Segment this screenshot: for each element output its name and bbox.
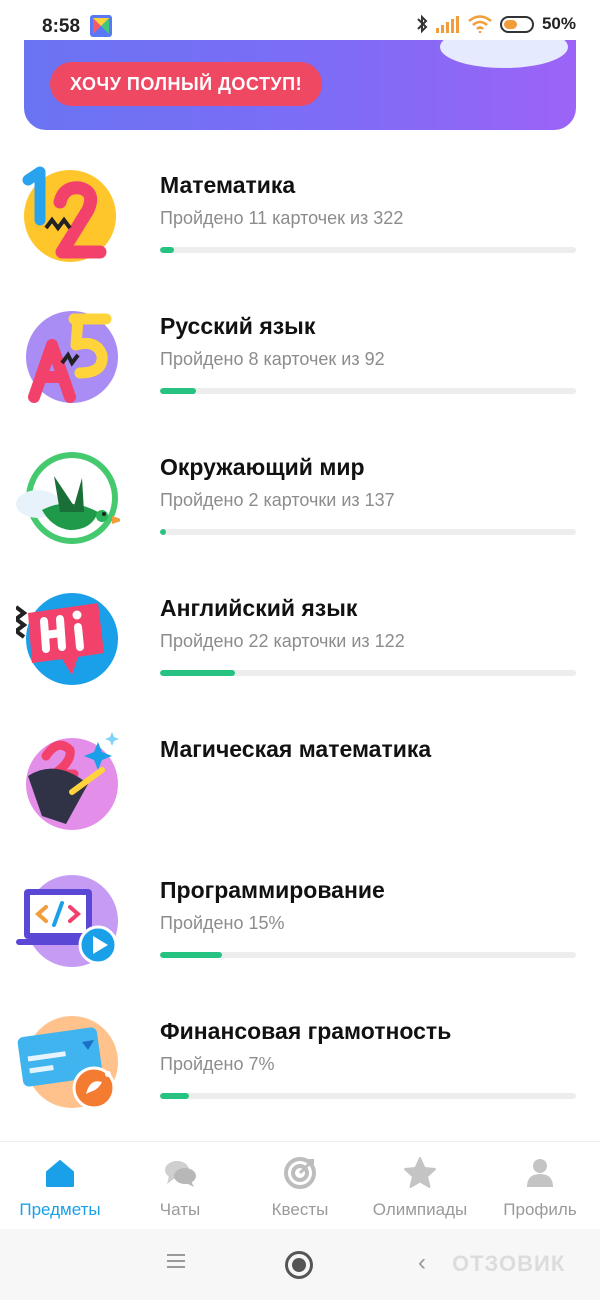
subject-title: Финансовая грамотность xyxy=(160,1018,452,1044)
progress-bar xyxy=(160,529,576,535)
nav-label: Чаты xyxy=(159,1200,201,1219)
nav-item-quests[interactable]: Квесты xyxy=(240,1142,360,1229)
subject-item-english[interactable]: Английский язык Пройдено 22 карточки из … xyxy=(0,573,600,714)
bluetooth-icon xyxy=(417,14,428,34)
credit-card-icon xyxy=(17,1016,118,1110)
subject-title: Русский язык xyxy=(160,313,316,339)
progress-fill xyxy=(160,952,223,958)
person-icon xyxy=(527,1159,553,1187)
system-navigation: ‹ ОТЗОВИК xyxy=(0,1229,600,1300)
progress-bar xyxy=(160,952,576,958)
subject-progress-text: Пройдено 8 карточек из 92 xyxy=(160,349,385,369)
subject-item-math[interactable]: Математика Пройдено 11 карточек из 322 xyxy=(0,150,600,291)
nav-label: Профиль xyxy=(503,1200,577,1219)
code-laptop-icon xyxy=(16,875,118,967)
recent-apps-icon[interactable] xyxy=(167,1253,185,1269)
promo-banner: ХОЧУ ПОЛНЫЙ ДОСТУП! xyxy=(24,40,576,130)
progress-bar xyxy=(160,247,576,253)
signal-icon xyxy=(435,16,459,33)
subject-item-russian[interactable]: Русский язык Пройдено 8 карточек из 92 xyxy=(0,291,600,432)
nav-label: Предметы xyxy=(19,1200,101,1219)
progress-fill xyxy=(160,529,167,535)
subject-title: Английский язык xyxy=(160,595,358,621)
subject-title: Магическая математика xyxy=(160,736,432,762)
nav-label: Олимпиады xyxy=(372,1200,468,1219)
nav-item-chats[interactable]: Чаты xyxy=(120,1142,240,1229)
nav-item-olympiads[interactable]: Олимпиады xyxy=(360,1142,480,1229)
progress-bar xyxy=(160,670,576,676)
progress-bar xyxy=(160,1093,576,1099)
subject-progress-text: Пройдено 11 карточек из 322 xyxy=(160,208,404,228)
subject-title: Программирование xyxy=(160,877,385,903)
magic-hat-icon xyxy=(26,732,119,830)
star-icon xyxy=(404,1157,436,1188)
battery-icon xyxy=(499,15,534,33)
subject-title: Окружающий мир xyxy=(160,454,365,480)
letters-icon xyxy=(26,311,118,403)
battery-level xyxy=(503,19,517,29)
subject-item-programming[interactable]: Программирование Пройдено 15% xyxy=(0,855,600,996)
promo-decoration xyxy=(440,40,568,68)
status-time: 8:58 xyxy=(42,16,81,37)
subject-list: Математика Пройдено 11 карточек из 322 Р… xyxy=(0,150,600,1137)
progress-fill xyxy=(160,388,197,394)
subject-item-finance[interactable]: Финансовая грамотность Пройдено 7% xyxy=(0,996,600,1137)
subject-progress-text: Пройдено 7% xyxy=(160,1054,275,1074)
progress-fill xyxy=(160,247,175,253)
subject-item-magic-math[interactable]: Магическая математика xyxy=(0,714,600,855)
subject-item-world[interactable]: Окружающий мир Пройдено 2 карточки из 13… xyxy=(0,432,600,573)
subject-progress-text: Пройдено 22 карточки из 122 xyxy=(160,631,405,651)
bottom-navigation: Предметы Чаты Квесты Олимпиады Профиль xyxy=(0,1141,600,1229)
home-icon xyxy=(46,1160,74,1187)
watermark: ОТЗОВИК xyxy=(452,1251,566,1276)
progress-fill xyxy=(160,670,235,676)
home-button-icon[interactable] xyxy=(285,1251,313,1279)
back-icon[interactable]: ‹ xyxy=(418,1249,426,1277)
bird-icon xyxy=(16,452,120,544)
battery-percent: 50% xyxy=(541,14,576,33)
target-icon xyxy=(284,1157,316,1189)
nav-item-profile[interactable]: Профиль xyxy=(480,1142,600,1229)
numbers-icon xyxy=(22,166,116,262)
chat-icon xyxy=(165,1161,196,1187)
subject-progress-text: Пройдено 2 карточки из 137 xyxy=(160,490,395,510)
subject-progress-text: Пройдено 15% xyxy=(160,913,285,933)
nav-item-subjects[interactable]: Предметы xyxy=(0,1142,120,1229)
progress-fill xyxy=(160,1093,190,1099)
progress-bar xyxy=(160,388,576,394)
wifi-icon xyxy=(468,15,492,33)
full-access-button[interactable]: ХОЧУ ПОЛНЫЙ ДОСТУП! xyxy=(50,62,323,106)
hi-bubble-icon xyxy=(16,593,118,685)
home-button-dot xyxy=(292,1258,306,1272)
subject-title: Математика xyxy=(160,172,296,198)
app-notification-icon xyxy=(90,15,112,37)
nav-label: Квесты xyxy=(271,1200,329,1219)
